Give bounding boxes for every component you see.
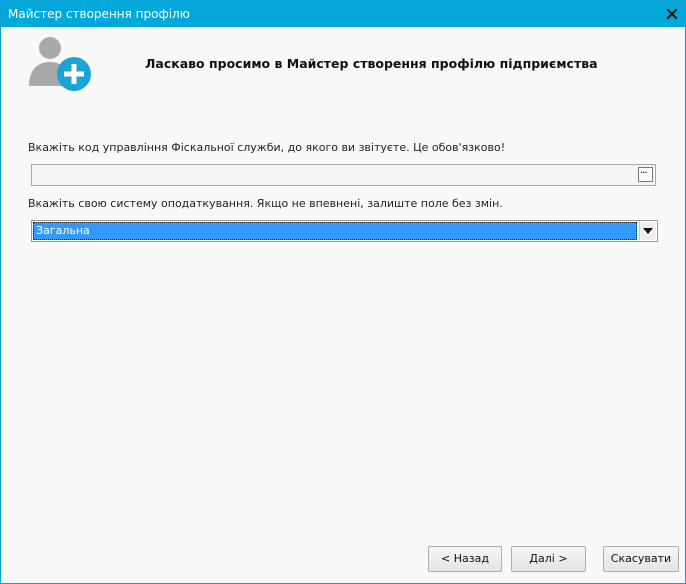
tax-system-label: Вкажіть свою систему оподаткування. Якщо… [28,197,503,210]
cancel-button[interactable]: Скасувати [603,546,679,572]
back-button[interactable]: < Назад [428,546,502,572]
dropdown-button[interactable] [639,222,656,240]
wizard-window: Майстер створення профілю Ласкаво просим… [0,0,686,584]
tax-office-code-input[interactable] [34,166,638,184]
tax-system-select[interactable]: Загальна [31,220,658,242]
tax-office-code-label: Вкажіть код управління Фіскальної служби… [28,141,506,154]
title-bar[interactable]: Майстер створення профілю [1,1,685,27]
chevron-down-icon [643,228,653,234]
close-button[interactable] [663,5,681,23]
add-user-icon [28,34,98,92]
window-title: Майстер створення профілю [8,7,190,21]
close-icon [666,8,678,20]
tax-system-selected-value: Загальна [33,222,637,240]
browse-button[interactable]: ... [638,165,653,182]
ellipsis-icon: ... [640,165,647,176]
welcome-heading: Ласкаво просимо в Майстер створення проф… [145,56,598,71]
next-button[interactable]: Далі > [511,546,586,572]
tax-office-code-field[interactable]: ... [31,164,656,186]
